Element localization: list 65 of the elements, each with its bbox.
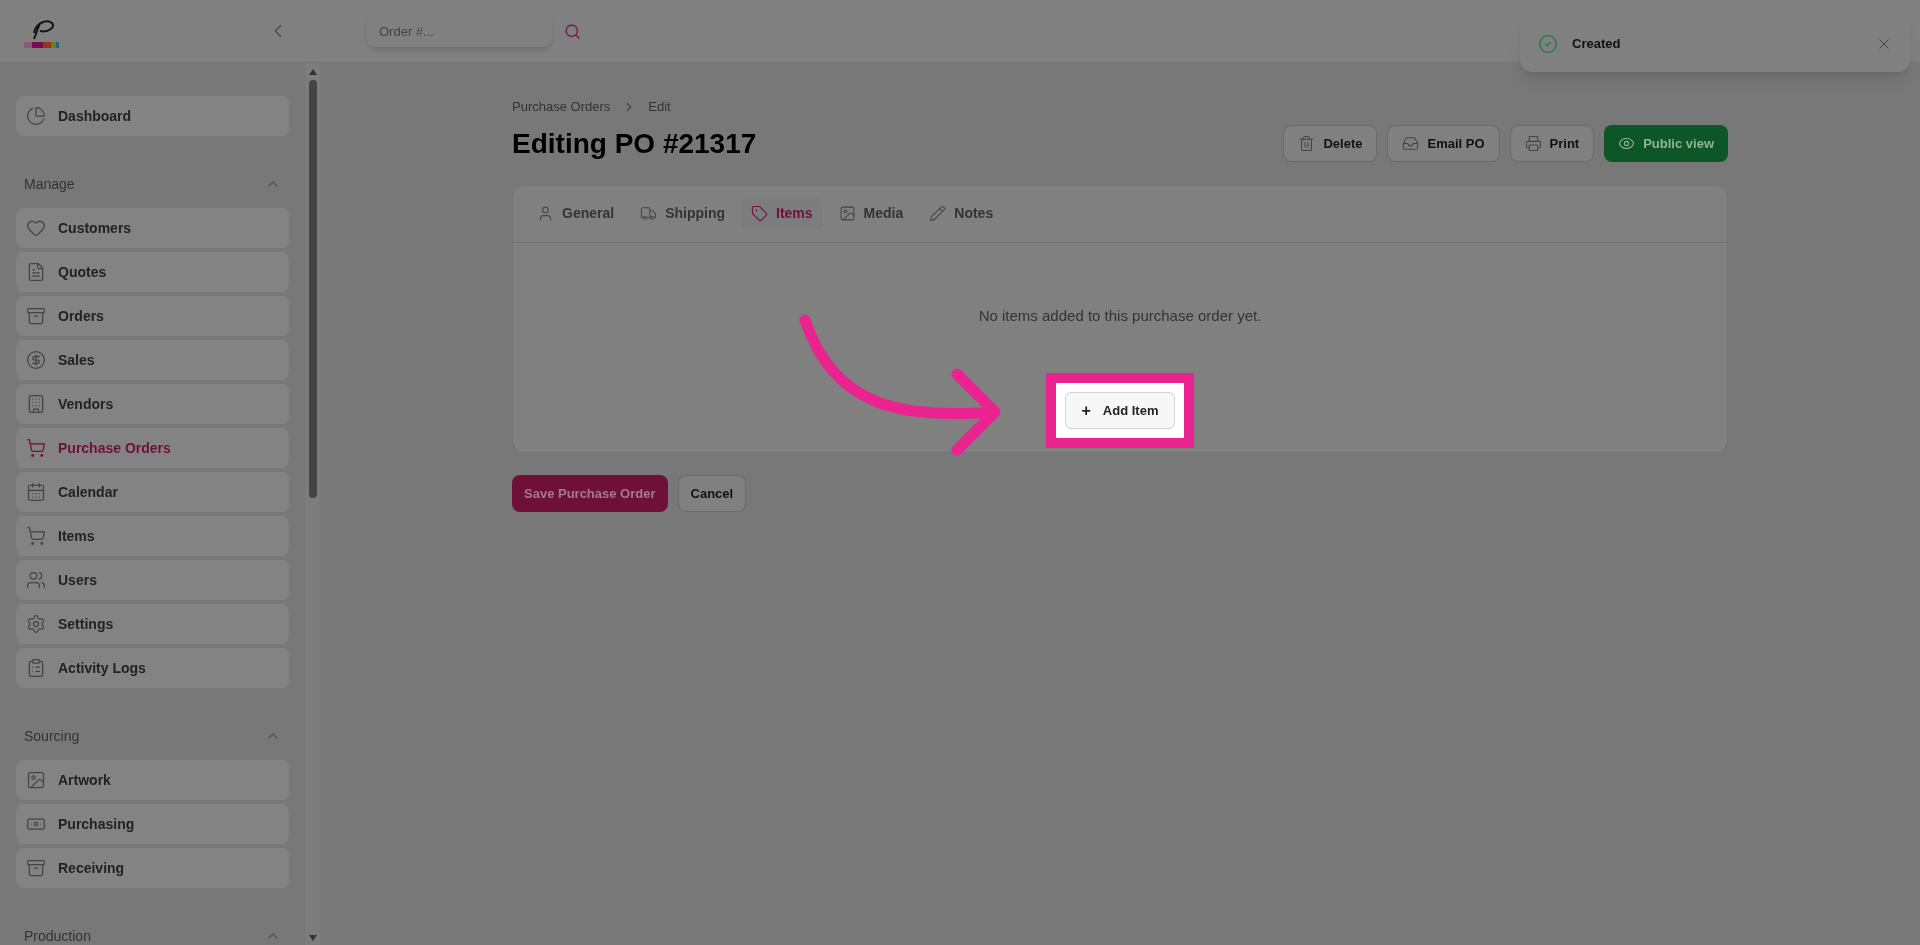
sidebar-item[interactable]: Vendors: [16, 384, 289, 424]
section-title: Production: [24, 926, 91, 945]
tab[interactable]: Notes: [919, 197, 1004, 230]
sidebar-item[interactable]: Purchasing: [16, 804, 289, 844]
tab[interactable]: Media: [828, 197, 914, 230]
sidebar-item[interactable]: Purchase Orders: [16, 428, 289, 468]
breadcrumb-current: Edit: [648, 98, 671, 116]
sidebar-item[interactable]: Activity Logs: [16, 648, 289, 688]
sidebar-item[interactable]: Settings: [16, 604, 289, 644]
truck-icon: [640, 205, 658, 222]
scroll-down-icon[interactable]: [308, 935, 317, 941]
inbox-icon: [1402, 135, 1420, 152]
settings-icon: [26, 614, 46, 634]
sidebar-item[interactable]: Sales: [16, 340, 289, 380]
toast-message: Created: [1572, 35, 1622, 54]
sidebar-item[interactable]: Calendar: [16, 472, 289, 512]
tab[interactable]: Shipping: [630, 197, 736, 230]
add-item-button[interactable]: + Add Item: [1064, 392, 1176, 429]
sidebar-item[interactable]: Receiving: [16, 848, 289, 888]
clipboard-icon: [26, 658, 46, 678]
cart-icon: [26, 526, 46, 546]
scroll-up-icon[interactable]: [308, 69, 317, 75]
user-icon: [537, 205, 554, 222]
cancel-button[interactable]: Cancel: [677, 475, 747, 512]
sidebar-item[interactable]: Quotes: [16, 252, 289, 292]
page-title: Editing PO #21317: [512, 126, 757, 161]
sidebar-item[interactable]: Items: [16, 516, 289, 556]
plus-icon: +: [1081, 398, 1091, 423]
calendar-icon: [26, 482, 46, 502]
action-button[interactable]: Delete: [1283, 125, 1378, 162]
trash-icon: [1298, 135, 1316, 152]
action-button[interactable]: Email PO: [1387, 125, 1500, 162]
box-icon: [26, 306, 46, 326]
pie-chart-icon: [26, 106, 46, 126]
section-title: Sourcing: [24, 726, 80, 746]
search-icon[interactable]: [564, 22, 581, 40]
eye-icon: [1618, 135, 1636, 152]
image-icon: [838, 205, 856, 222]
building-icon: [26, 394, 46, 414]
users-icon: [26, 570, 46, 590]
save-button[interactable]: Save Purchase Order: [512, 475, 668, 512]
heart-icon: [26, 218, 46, 238]
section-title: Manage: [24, 174, 75, 194]
tab[interactable]: General: [527, 197, 625, 230]
sidebar-item[interactable]: Customers: [16, 208, 289, 248]
search-field[interactable]: Order #...: [367, 15, 552, 47]
cart-icon: [26, 438, 46, 458]
printer-icon: [1524, 135, 1542, 152]
pencil-icon: [929, 205, 947, 222]
action-button[interactable]: Public view: [1604, 125, 1728, 162]
sidebar-item[interactable]: Artwork: [16, 760, 289, 800]
tag-icon: [751, 205, 769, 222]
box-icon: [26, 858, 46, 878]
action-button[interactable]: Print: [1509, 125, 1595, 162]
document-icon: [26, 262, 46, 282]
success-icon: [1538, 34, 1558, 54]
sidebar-item[interactable]: Dashboard: [16, 96, 289, 136]
scroll-thumb[interactable]: [308, 80, 317, 498]
image-icon: [26, 770, 46, 790]
scrollbar[interactable]: [305, 63, 320, 945]
breadcrumb-link[interactable]: Purchase Orders: [512, 97, 611, 117]
dollar-icon: [26, 350, 46, 370]
empty-message: No items added to this purchase order yet.: [978, 305, 1262, 326]
sidebar-item[interactable]: Users: [16, 560, 289, 600]
sidebar-item[interactable]: Orders: [16, 296, 289, 336]
